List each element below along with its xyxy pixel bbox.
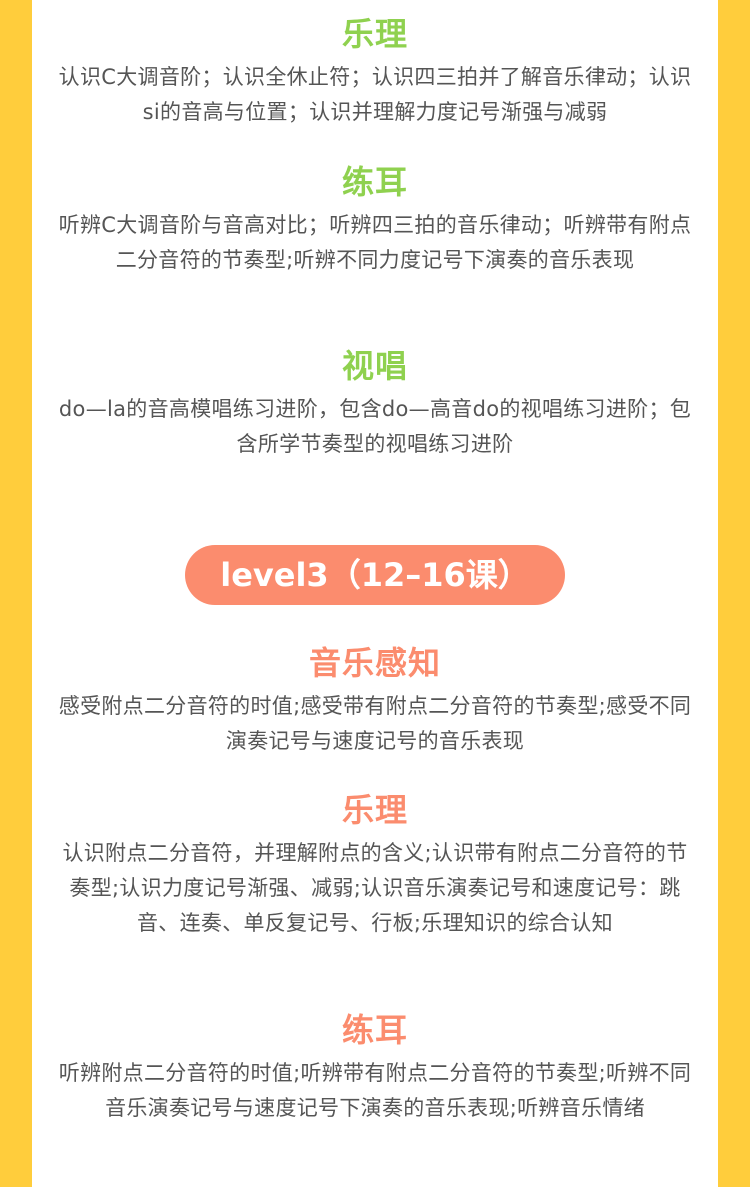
level3-perception-title: 音乐感知 [308, 644, 441, 682]
level3-ear-text: 听辨附点二分音符的时值;听辨带有附点二分音符的节奏型;听辨不同音乐演奏记号与速度… [58, 1061, 692, 1120]
level3-theory-text: 认识附点二分音符，并理解附点的含义;认识带有附点二分音符的节奏型;认识力度记号渐… [62, 841, 688, 935]
level2-sight-singing-text: do—la的音高模唱练习进阶，包含do—高音do的视唱练习进阶；包含所学节奏型的… [58, 397, 692, 456]
level3-perception-text: 感受附点二分音符的时值;感受带有附点二分音符的节奏型;感受不同演奏记号与速度记号… [58, 694, 692, 753]
level2-theory-section: 乐理 认识C大调音阶；认识全休止符；认识四三拍并了解音乐律动；认识si的音高与位… [32, 14, 718, 130]
level2-theory-title: 乐理 [341, 15, 408, 53]
level3-ear-section: 练耳 听辨附点二分音符的时值;听辨带有附点二分音符的节奏型;听辨不同音乐演奏记号… [32, 1010, 718, 1126]
content-card: 乐理 认识C大调音阶；认识全休止符；认识四三拍并了解音乐律动；认识si的音高与位… [32, 0, 718, 1187]
level3-badge: level3（12–16课） [185, 545, 565, 605]
level3-theory-section: 乐理 认识附点二分音符，并理解附点的含义;认识带有附点二分音符的节奏型;认识力度… [32, 790, 718, 941]
level2-sight-singing-section: 视唱 do—la的音高模唱练习进阶，包含do—高音do的视唱练习进阶；包含所学节… [32, 346, 718, 462]
level3-theory-title: 乐理 [341, 791, 408, 829]
level2-sight-singing-title: 视唱 [341, 347, 408, 385]
level2-theory-text: 认识C大调音阶；认识全休止符；认识四三拍并了解音乐律动；认识si的音高与位置；认… [58, 65, 692, 124]
level2-ear-section: 练耳 听辨C大调音阶与音高对比；听辨四三拍的音乐律动；听辨带有附点二分音符的节奏… [32, 162, 718, 278]
level2-ear-title: 练耳 [341, 163, 408, 201]
level3-perception-section: 音乐感知 感受附点二分音符的时值;感受带有附点二分音符的节奏型;感受不同演奏记号… [32, 643, 718, 759]
level3-ear-title: 练耳 [341, 1011, 408, 1049]
level2-ear-text: 听辨C大调音阶与音高对比；听辨四三拍的音乐律动；听辨带有附点二分音符的节奏型;听… [58, 213, 692, 272]
